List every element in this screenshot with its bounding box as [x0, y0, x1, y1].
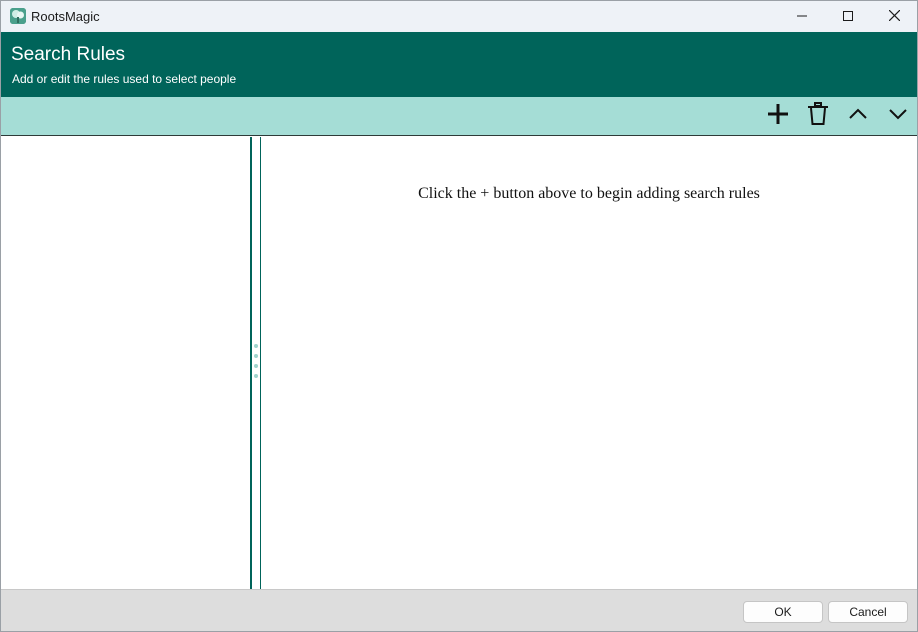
plus-icon — [767, 103, 789, 130]
trash-icon — [807, 101, 829, 131]
rules-toolbar — [1, 97, 917, 136]
ok-button[interactable]: OK — [743, 601, 823, 623]
delete-rule-button[interactable] — [803, 101, 833, 131]
add-rule-button[interactable] — [763, 101, 793, 131]
splitter-grip-dot — [254, 344, 258, 348]
splitter-grip-dot — [254, 364, 258, 368]
title-bar: RootsMagic — [1, 1, 917, 32]
tree-app-icon — [10, 8, 26, 24]
cancel-button[interactable]: Cancel — [828, 601, 908, 623]
move-down-button[interactable] — [883, 101, 913, 131]
close-button[interactable] — [871, 1, 917, 32]
dialog-header: Search Rules Add or edit the rules used … — [1, 32, 917, 97]
splitter-grip-dot — [254, 354, 258, 358]
dialog-footer: OK Cancel — [1, 589, 917, 631]
dialog-window: RootsMagic Search Rules Add or edit the … — [0, 0, 918, 632]
page-title: Search Rules — [11, 44, 126, 65]
close-icon — [888, 8, 900, 26]
maximize-icon — [843, 8, 853, 26]
minimize-button[interactable] — [779, 1, 825, 32]
splitter-grip-dot — [254, 374, 258, 378]
chevron-down-icon — [888, 107, 908, 125]
chevron-up-icon — [848, 107, 868, 125]
empty-state-hint: Click the + button above to begin adding… — [418, 185, 760, 202]
maximize-button[interactable] — [825, 1, 871, 32]
app-title: RootsMagic — [31, 9, 100, 24]
move-up-button[interactable] — [843, 101, 873, 131]
minimize-icon — [797, 8, 807, 26]
pane-splitter[interactable] — [250, 137, 261, 589]
rules-list-pane[interactable] — [2, 137, 250, 589]
page-subtitle: Add or edit the rules used to select peo… — [12, 72, 237, 86]
rule-editor-pane: Click the + button above to begin adding… — [261, 137, 917, 589]
